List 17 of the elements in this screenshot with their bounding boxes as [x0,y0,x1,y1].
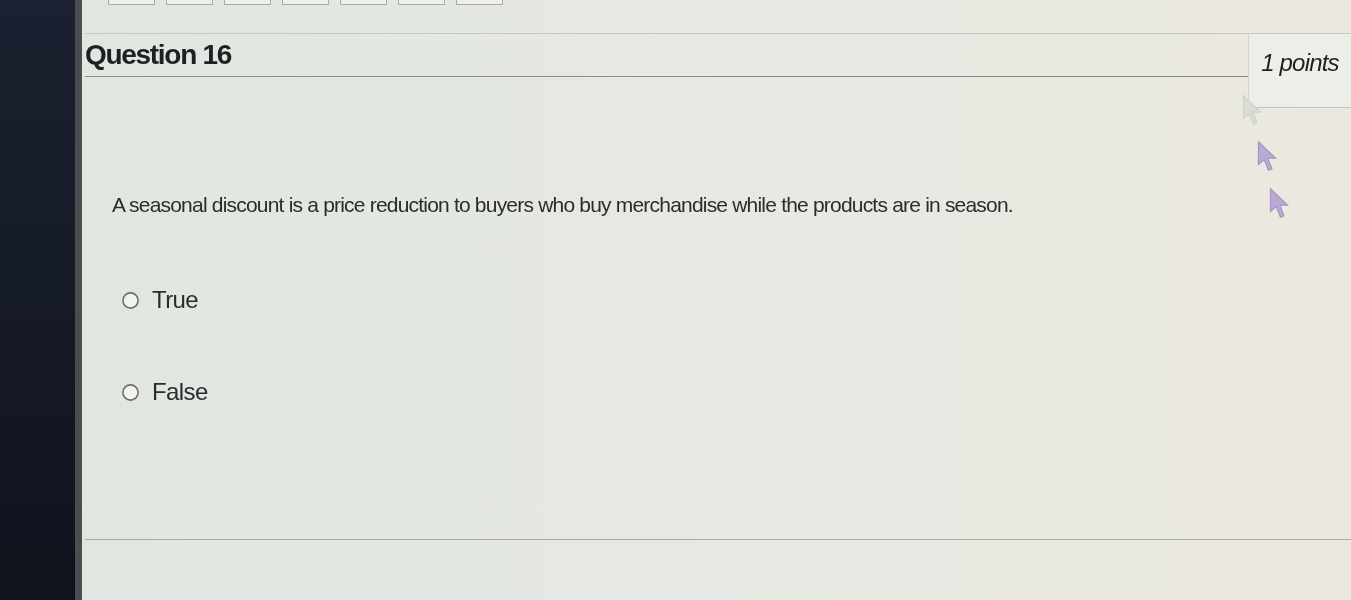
option-label[interactable]: True [152,285,199,315]
nav-button[interactable] [108,0,155,5]
question-title: Question 16 [85,38,231,72]
radio-button[interactable] [122,291,139,309]
question-text: A seasonal discount is a price reduction to buyers who buy merchandise while the products are in season. [112,192,1013,218]
points-label: 1 points [1261,48,1339,78]
mouse-pointer-icon [1269,187,1289,219]
nav-button[interactable] [398,0,445,5]
nav-button[interactable] [456,0,503,5]
nav-button[interactable] [282,0,329,5]
nav-button[interactable] [224,0,271,5]
nav-button[interactable] [340,0,387,5]
option-label[interactable]: False [152,377,208,407]
mouse-pointer-icon [1257,140,1277,172]
radio-button[interactable] [122,383,139,401]
nav-button[interactable] [166,0,213,5]
mouse-pointer-icon [1242,94,1262,126]
